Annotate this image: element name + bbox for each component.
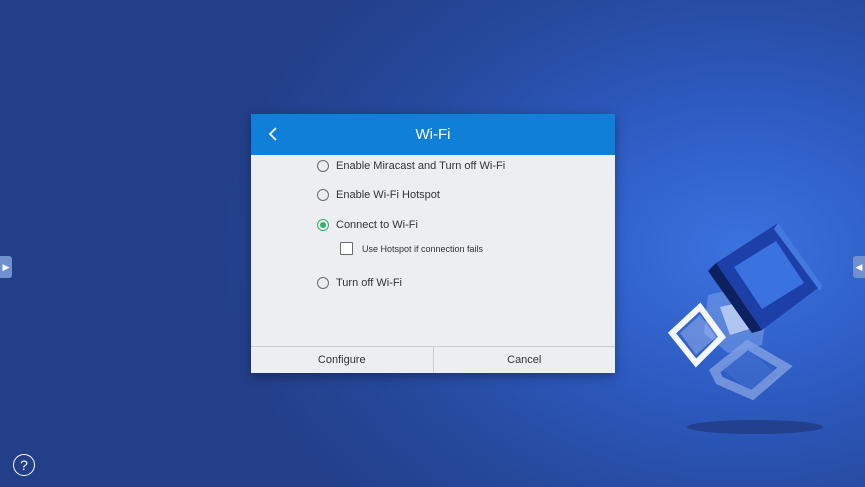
chevron-left-icon: ◀ [855, 261, 863, 272]
radio-button-selected[interactable] [317, 219, 329, 231]
dialog-title: Wi-Fi [415, 126, 451, 143]
chevron-right-icon: ▶ [2, 261, 10, 272]
right-panel-handle[interactable]: ◀ [853, 256, 865, 278]
question-mark-icon: ? [20, 457, 28, 473]
chevron-left-icon [268, 127, 277, 141]
wifi-dialog: Wi-Fi Enable Miracast and Turn off Wi-Fi… [251, 114, 615, 373]
radio-button[interactable] [317, 189, 329, 201]
option-enable-miracast[interactable]: Enable Miracast and Turn off Wi-Fi [317, 160, 505, 172]
option-label: Enable Miracast and Turn off Wi-Fi [336, 160, 506, 172]
dialog-header: Wi-Fi [251, 114, 615, 155]
left-panel-handle[interactable]: ▶ [0, 256, 12, 278]
wifi-options: Enable Miracast and Turn off Wi-Fi Enabl… [251, 155, 615, 346]
hotspot-fallback-checkbox[interactable] [340, 242, 353, 255]
radio-button[interactable] [317, 277, 329, 289]
cancel-button[interactable]: Cancel [434, 347, 616, 373]
radio-button[interactable] [317, 160, 329, 172]
option-turn-off-wifi[interactable]: Turn off Wi-Fi [317, 277, 402, 289]
configure-button[interactable]: Configure [251, 347, 433, 373]
option-connect-wifi[interactable]: Connect to Wi-Fi [317, 219, 418, 231]
option-label: Turn off Wi-Fi [336, 277, 403, 289]
option-label: Enable Wi-Fi Hotspot [336, 189, 440, 201]
option-label: Connect to Wi-Fi [336, 219, 418, 231]
hotspot-fallback-label: Use Hotspot if connection fails [362, 243, 484, 254]
dialog-footer: Configure Cancel [251, 346, 615, 373]
decorative-cubes-graphic [667, 223, 823, 434]
back-button[interactable] [263, 124, 283, 144]
help-button[interactable]: ? [13, 454, 35, 476]
hotspot-fallback-option[interactable]: Use Hotspot if connection fails [340, 242, 483, 255]
option-enable-hotspot[interactable]: Enable Wi-Fi Hotspot [317, 189, 440, 201]
